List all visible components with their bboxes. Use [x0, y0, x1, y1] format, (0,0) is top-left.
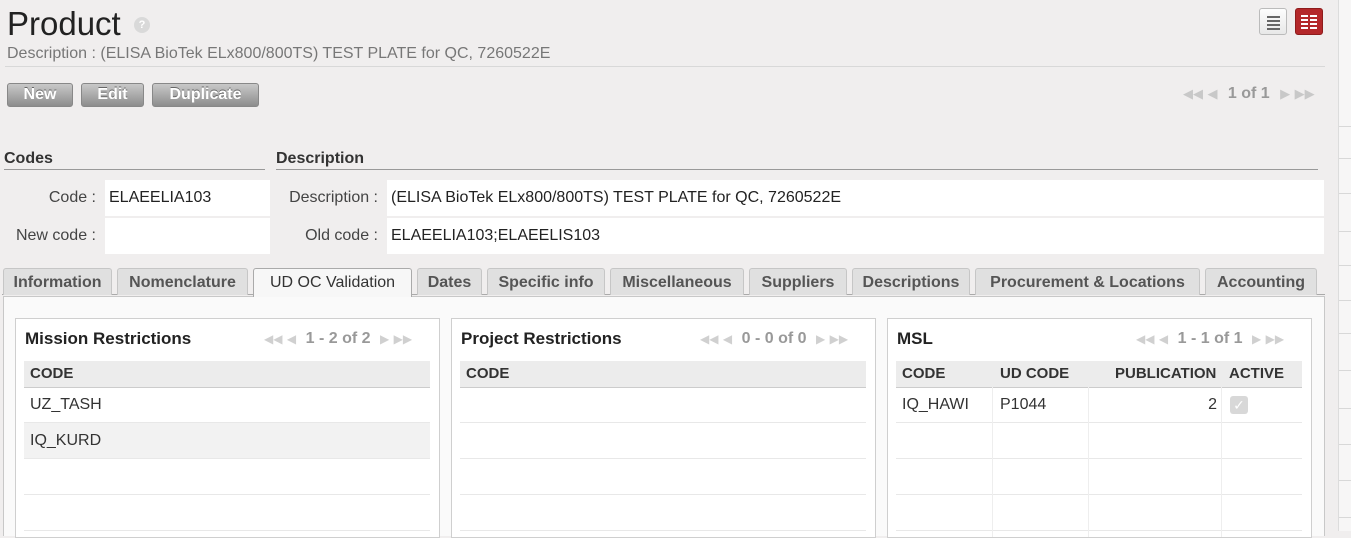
old-code-field[interactable]: ELAEELIA103;ELAEELIS103 — [387, 218, 1324, 254]
empty-row — [460, 387, 866, 423]
first-page-icon[interactable]: ◀◀ — [1183, 86, 1203, 101]
list-view-icon[interactable] — [1259, 8, 1287, 35]
project-restrictions-panel: Project Restrictions ◀◀ ◀ 0 - 0 of 0 ▶ ▶… — [451, 318, 876, 538]
page-title: Product — [7, 5, 121, 42]
cell-ud-code: P1044 — [1000, 396, 1047, 413]
next-page-icon[interactable]: ▶ — [1280, 86, 1290, 101]
tab-procurement-locations[interactable]: Procurement & Locations — [975, 268, 1200, 295]
tab-accounting[interactable]: Accounting — [1205, 268, 1317, 295]
mission-restrictions-panel: Mission Restrictions ◀◀ ◀ 1 - 2 of 2 ▶ ▶… — [15, 318, 440, 538]
codes-section-title: Codes — [4, 150, 53, 167]
page-subtitle: Description : (ELISA BioTek ELx800/800TS… — [7, 45, 551, 62]
tab-nomenclature[interactable]: Nomenclature — [117, 268, 248, 295]
mission-pager: ◀◀ ◀ 1 - 2 of 2 ▶ ▶▶ — [264, 330, 412, 348]
column-header-code[interactable]: CODE — [902, 365, 945, 382]
tab-information[interactable]: Information — [3, 268, 112, 295]
pager-count: 1 of 1 — [1227, 85, 1270, 102]
table-header: CODE UD CODE PUBLICATION ACTIVE — [896, 361, 1302, 388]
tab-dates[interactable]: Dates — [417, 268, 482, 295]
form-view-icon[interactable] — [1295, 8, 1323, 35]
previous-page-icon[interactable]: ◀ — [723, 332, 732, 346]
last-page-icon[interactable]: ▶▶ — [1266, 332, 1284, 346]
column-header-code[interactable]: CODE — [466, 365, 509, 382]
question-mark-icon[interactable]: ? — [134, 17, 150, 33]
cell-code: UZ_TASH — [30, 396, 102, 413]
next-page-icon[interactable]: ▶ — [380, 332, 389, 346]
checkbox-checked-icon: ✓ — [1230, 396, 1248, 414]
project-restrictions-title: Project Restrictions — [461, 329, 622, 348]
tab-specific-info[interactable]: Specific info — [487, 268, 605, 295]
project-pager-count: 0 - 0 of 0 — [741, 330, 807, 347]
column-divider — [1221, 387, 1222, 537]
tab-suppliers[interactable]: Suppliers — [749, 268, 847, 295]
divider — [276, 169, 1318, 170]
table-row[interactable]: UZ_TASH — [24, 387, 430, 423]
right-scrollbar[interactable] — [1338, 0, 1351, 531]
table-row[interactable]: IQ_HAWI P1044 2 ✓ — [896, 387, 1302, 423]
column-header-code[interactable]: CODE — [30, 365, 73, 382]
msl-pager: ◀◀ ◀ 1 - 1 of 1 ▶ ▶▶ — [1136, 330, 1284, 348]
previous-page-icon[interactable]: ◀ — [1159, 332, 1168, 346]
column-divider — [1088, 387, 1089, 537]
table-header: CODE — [24, 361, 430, 388]
tab-miscellaneous[interactable]: Miscellaneous — [610, 268, 744, 295]
msl-title: MSL — [897, 329, 933, 348]
description-label: Description : — [289, 189, 378, 206]
column-header-active[interactable]: ACTIVE — [1229, 365, 1284, 382]
cell-code: IQ_HAWI — [902, 396, 969, 413]
last-page-icon[interactable]: ▶▶ — [394, 332, 412, 346]
previous-page-icon[interactable]: ◀ — [1207, 86, 1217, 101]
table-header: CODE — [460, 361, 866, 388]
duplicate-button[interactable]: Duplicate — [152, 83, 259, 107]
table-row[interactable]: IQ_KURD — [24, 423, 430, 459]
new-button[interactable]: New — [7, 83, 73, 107]
empty-row — [24, 459, 430, 495]
new-code-label: New code : — [15, 227, 96, 244]
edit-button[interactable]: Edit — [81, 83, 144, 107]
first-page-icon[interactable]: ◀◀ — [1136, 332, 1154, 346]
next-page-icon[interactable]: ▶ — [1252, 332, 1261, 346]
record-pager: ◀◀ ◀ 1 of 1 ▶ ▶▶ — [1183, 85, 1315, 103]
code-field[interactable]: ELAEELIA103 — [105, 180, 270, 216]
last-page-icon[interactable]: ▶▶ — [830, 332, 848, 346]
new-code-field[interactable] — [105, 218, 270, 254]
first-page-icon[interactable]: ◀◀ — [264, 332, 282, 346]
column-header-publication[interactable]: PUBLICATION — [1115, 365, 1216, 382]
last-page-icon[interactable]: ▶▶ — [1295, 86, 1315, 101]
first-page-icon[interactable]: ◀◀ — [700, 332, 718, 346]
msl-panel: MSL ◀◀ ◀ 1 - 1 of 1 ▶ ▶▶ CODE UD CODE PU… — [887, 318, 1312, 538]
mission-pager-count: 1 - 2 of 2 — [305, 330, 371, 347]
cell-publication: 2 — [1208, 396, 1217, 413]
empty-row — [24, 495, 430, 531]
divider — [5, 66, 1325, 67]
empty-row — [460, 423, 866, 459]
old-code-label: Old code : — [305, 227, 378, 244]
empty-row — [460, 459, 866, 495]
description-section-title: Description — [276, 150, 365, 167]
msl-pager-count: 1 - 1 of 1 — [1177, 330, 1243, 347]
empty-row — [896, 423, 1302, 459]
empty-row — [460, 495, 866, 531]
column-divider — [992, 387, 993, 537]
description-field[interactable]: (ELISA BioTek ELx800/800TS) TEST PLATE f… — [387, 180, 1324, 216]
cell-code: IQ_KURD — [30, 432, 102, 449]
empty-row — [896, 459, 1302, 495]
project-pager: ◀◀ ◀ 0 - 0 of 0 ▶ ▶▶ — [700, 330, 848, 348]
empty-row — [896, 495, 1302, 531]
tab-ud-oc-validation[interactable]: UD OC Validation — [253, 268, 412, 297]
next-page-icon[interactable]: ▶ — [816, 332, 825, 346]
tab-descriptions[interactable]: Descriptions — [852, 268, 970, 295]
mission-restrictions-title: Mission Restrictions — [25, 329, 192, 348]
column-header-ud-code[interactable]: UD CODE — [1000, 365, 1069, 382]
code-label: Code : — [48, 189, 96, 206]
divider — [4, 169, 265, 170]
previous-page-icon[interactable]: ◀ — [287, 332, 296, 346]
